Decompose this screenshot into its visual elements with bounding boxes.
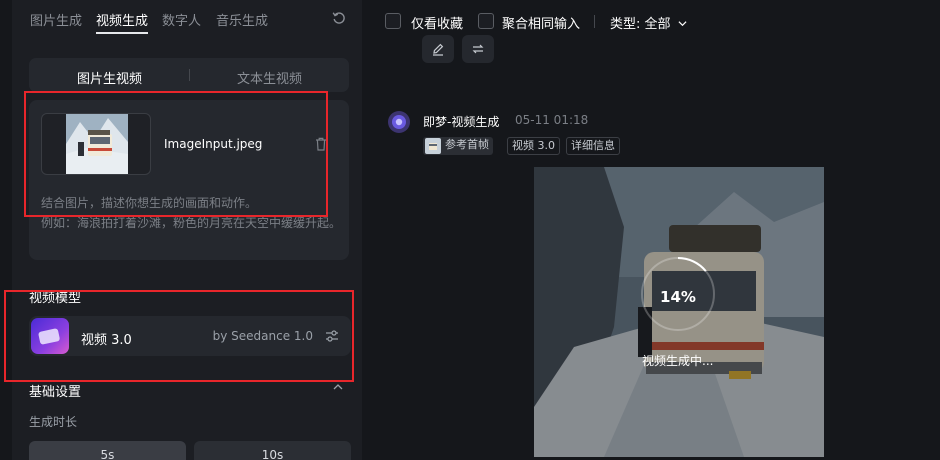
upload-thumbnail-frame[interactable] [41, 113, 151, 175]
input-mode-switch: 图片生视频 文本生视频 [29, 58, 349, 92]
edit-icon [433, 43, 444, 56]
generation-timestamp: 05-11 01:18 [515, 113, 589, 127]
reference-frame-thumbnail [425, 138, 441, 154]
prompt-hint-line1[interactable]: 结合图片，描述你想生成的画面和动作。 [41, 194, 257, 211]
basic-settings-heading: 基础设置 [29, 385, 82, 400]
generation-status: 视频生成中... [642, 354, 714, 368]
model-selector[interactable]: 视频 3.0 by Seedance 1.0 [29, 316, 351, 356]
avatar [388, 111, 410, 133]
duration-5s-button[interactable]: 5s [29, 441, 186, 460]
trash-icon[interactable] [315, 137, 327, 151]
filter-divider [594, 15, 595, 28]
model-provider: by Seedance 1.0 [212, 329, 313, 343]
duration-label: 生成时长 [29, 415, 78, 429]
swap-icon [472, 44, 484, 54]
prompt-card: ImageInput.jpeg 结合图片，描述你想生成的画面和动作。 例如：海浪… [29, 100, 349, 260]
chevron-down-icon [678, 21, 687, 27]
reference-frame-tag[interactable]: 参考首帧 [423, 137, 493, 155]
active-tab-underline [96, 32, 149, 34]
model-name: 视频 3.0 [81, 333, 132, 348]
generation-title: 即梦-视频生成 [423, 115, 500, 129]
progress-percent: 14% [660, 288, 696, 306]
merge-same-input-checkbox[interactable] [478, 13, 494, 29]
text-to-video-option[interactable]: 文本生视频 [237, 68, 302, 87]
left-panel: 图片生成 视频生成 数字人 音乐生成 图片生视频 文本生视频 ImageInpu… [12, 0, 362, 460]
duration-5s-label: 5s [100, 448, 115, 460]
merge-same-input-label[interactable]: 聚合相同输入 [502, 13, 580, 32]
prompt-hint-example[interactable]: 例如：海浪拍打着沙滩，粉色的月亮在天空中缓缓升起。 [41, 214, 341, 233]
uploaded-file-name: ImageInput.jpeg [164, 137, 263, 151]
details-tag[interactable]: 详细信息 [566, 137, 620, 155]
reference-frame-label: 参考首帧 [445, 138, 489, 151]
type-filter-label: 类型: 全部 [610, 17, 671, 32]
model-version-tag[interactable]: 视频 3.0 [507, 137, 560, 155]
tab-video-generation[interactable]: 视频生成 [96, 10, 149, 34]
mode-tabs: 图片生成 视频生成 数字人 音乐生成 [30, 10, 362, 34]
only-favorites-label[interactable]: 仅看收藏 [411, 13, 463, 32]
duration-10s-button[interactable]: 10s [194, 441, 351, 460]
segment-divider [189, 69, 190, 81]
edit-button[interactable] [422, 35, 454, 63]
tab-video-generation-label: 视频生成 [96, 14, 149, 29]
tab-digital-human[interactable]: 数字人 [162, 10, 201, 29]
filter-bar: 仅看收藏 聚合相同输入 类型: 全部 [385, 12, 940, 32]
video-model-heading: 视频模型 [29, 291, 82, 306]
uploaded-image-thumbnail [66, 114, 128, 174]
image-to-video-option[interactable]: 图片生视频 [77, 68, 142, 87]
duration-10s-label: 10s [261, 448, 284, 460]
model-icon [31, 318, 69, 354]
refresh-icon[interactable] [332, 11, 346, 25]
tab-music-generation[interactable]: 音乐生成 [216, 10, 268, 29]
tab-image-generation[interactable]: 图片生成 [30, 10, 82, 29]
regenerate-button[interactable] [462, 35, 494, 63]
dreamina-logo-icon [392, 115, 406, 129]
only-favorites-checkbox[interactable] [385, 13, 401, 29]
chevron-up-icon[interactable] [333, 382, 343, 392]
tune-icon[interactable] [325, 329, 339, 343]
type-filter-dropdown[interactable]: 类型: 全部 [610, 13, 687, 32]
